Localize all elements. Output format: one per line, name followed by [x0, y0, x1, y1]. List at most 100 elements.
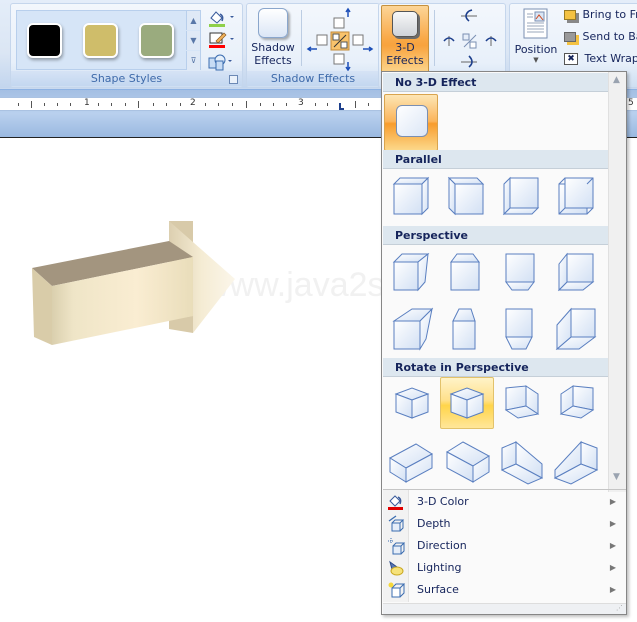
- rotate-in-perspective-option-3[interactable]: [495, 377, 549, 429]
- three-d-effects-button[interactable]: 3-D Effects ▼: [381, 5, 429, 79]
- cube-icon: [446, 441, 490, 483]
- menu-item-label: Direction: [417, 539, 467, 552]
- parallel-option-4[interactable]: [550, 171, 604, 223]
- perspective-option-3[interactable]: [495, 247, 549, 299]
- paint-bucket-icon: [388, 495, 403, 510]
- section-no-3d-effect: No 3-D Effect: [383, 73, 608, 92]
- position-button[interactable]: Position ▼: [512, 6, 560, 72]
- dialog-launcher-icon[interactable]: [229, 75, 238, 84]
- perspective-option-1[interactable]: [385, 247, 439, 299]
- flat-square-icon: [396, 105, 428, 137]
- parallel-option-1[interactable]: [385, 171, 439, 223]
- 3d-arrow-shape[interactable]: [28, 220, 288, 360]
- menu-item-3d-color[interactable]: 3-D Color ▶: [383, 491, 626, 513]
- rotate-in-perspective-option-7[interactable]: [495, 433, 549, 485]
- style-swatch-sage[interactable]: [139, 23, 174, 58]
- menu-item-direction[interactable]: Direction ▶: [383, 535, 626, 557]
- tilt-on-off-icon[interactable]: [462, 33, 477, 49]
- rotate-in-perspective-option-1[interactable]: [385, 377, 439, 429]
- shadow-effects-label-1: Shadow: [251, 41, 295, 54]
- rotate-in-perspective-option-2[interactable]: [440, 377, 494, 429]
- tilt-down-icon[interactable]: [461, 55, 477, 68]
- tilt-up-icon[interactable]: [461, 9, 477, 22]
- rotate-in-perspective-option-4[interactable]: [550, 377, 604, 429]
- submenu-arrow-icon: ▶: [609, 585, 616, 594]
- send-to-back-button[interactable]: Send to Ba: [564, 30, 637, 48]
- style-swatch-black[interactable]: [27, 23, 62, 58]
- rotate-in-perspective-option-5[interactable]: [385, 433, 439, 485]
- tab-stop-marker[interactable]: [339, 103, 344, 110]
- cube-icon: [394, 387, 430, 419]
- position-dropdown-arrow: ▼: [533, 56, 539, 64]
- shadow-on-off-icon: [330, 31, 350, 51]
- perspective-option-7[interactable]: [495, 302, 549, 354]
- text-wrapping-button[interactable]: ✖ Text Wrapp: [564, 52, 637, 70]
- section-parallel: Parallel: [383, 150, 608, 169]
- section-perspective: Perspective: [383, 226, 608, 245]
- cube-icon: [392, 252, 430, 292]
- shadow-effects-label: Shadow Effects: [247, 71, 379, 86]
- text-wrapping-icon: ✖: [564, 53, 578, 65]
- resize-grip[interactable]: ⋰: [383, 603, 626, 614]
- cube-icon: [449, 387, 485, 419]
- perspective-option-6[interactable]: [440, 302, 494, 354]
- perspective-option-5[interactable]: [385, 302, 439, 354]
- parallel-option-3[interactable]: [495, 171, 549, 223]
- parallel-option-2[interactable]: [440, 171, 494, 223]
- position-label: Position: [514, 43, 558, 56]
- perspective-option-8[interactable]: [550, 302, 604, 354]
- nudge-shadow-up-icon: [333, 7, 351, 29]
- gallery-scrollbar[interactable]: ▲ ▼: [608, 72, 626, 492]
- perspective-option-2[interactable]: [440, 247, 494, 299]
- shape-fill-button[interactable]: [207, 8, 237, 27]
- submenu-arrow-icon: ▶: [609, 563, 616, 572]
- rotate-in-perspective-option-6[interactable]: [440, 433, 494, 485]
- cube-icon: [392, 176, 430, 216]
- style-swatch-gold[interactable]: [83, 23, 118, 58]
- shape-outline-button[interactable]: [207, 30, 237, 48]
- scroll-up-arrow[interactable]: ▲: [613, 75, 620, 85]
- direction-icon: [388, 538, 405, 555]
- position-icon: [523, 8, 548, 39]
- scroll-down-arrow[interactable]: ▼: [613, 472, 620, 482]
- pencil-icon: [209, 32, 234, 48]
- three-d-preview-icon: [392, 11, 418, 37]
- shape-styles-gallery: ▲ ▼ ⊽: [16, 10, 201, 70]
- shadow-preview-icon: [258, 8, 288, 38]
- perspective-option-4[interactable]: [550, 247, 604, 299]
- menu-item-surface[interactable]: Surface ▶: [383, 579, 626, 601]
- depth-icon: [388, 515, 405, 532]
- tilt-left-icon[interactable]: [443, 36, 455, 46]
- shape-styles-group: ▲ ▼ ⊽ Shape Styles: [10, 3, 243, 88]
- shadow-effects-button[interactable]: Shadow Effects ▼: [250, 6, 296, 79]
- change-shape-button[interactable]: [207, 52, 237, 71]
- ruler-number: 2: [190, 98, 196, 108]
- bring-to-front-icon: [564, 10, 576, 20]
- bring-to-front-button[interactable]: Bring to Fr: [564, 8, 637, 26]
- cube-icon: [505, 253, 535, 291]
- gallery-more[interactable]: ⊽: [186, 51, 200, 70]
- cube-icon: [555, 307, 597, 351]
- cube-icon: [389, 443, 433, 483]
- nudge-shadow-right-icon: [352, 34, 374, 52]
- menu-item-depth[interactable]: Depth ▶: [383, 513, 626, 535]
- menu-item-label: Surface: [417, 583, 459, 596]
- menu-item-lighting[interactable]: Lighting ▶: [383, 557, 626, 579]
- cube-icon: [558, 177, 594, 215]
- submenu-arrow-icon: ▶: [609, 519, 616, 528]
- menu-item-label: Lighting: [417, 561, 462, 574]
- shadow-effects-group: Shadow Effects ▼ Shadow Effects: [246, 3, 380, 88]
- shadow-nudge-pad[interactable]: [305, 6, 377, 72]
- paint-bucket-icon: [209, 11, 234, 27]
- gallery-scroll-down[interactable]: ▼: [186, 31, 200, 50]
- cube-icon: [447, 176, 485, 216]
- ruler-number: 5: [628, 98, 634, 108]
- rotate-in-perspective-option-8[interactable]: [550, 433, 604, 485]
- separator: [434, 10, 435, 66]
- cube-icon: [500, 440, 544, 485]
- tilt-right-icon[interactable]: [485, 36, 497, 46]
- ruler-number: 1: [84, 98, 90, 108]
- menu-item-label: 3-D Color: [417, 495, 469, 508]
- gallery-scroll-up[interactable]: ▲: [186, 11, 200, 30]
- no-3d-effect-option[interactable]: [384, 94, 438, 151]
